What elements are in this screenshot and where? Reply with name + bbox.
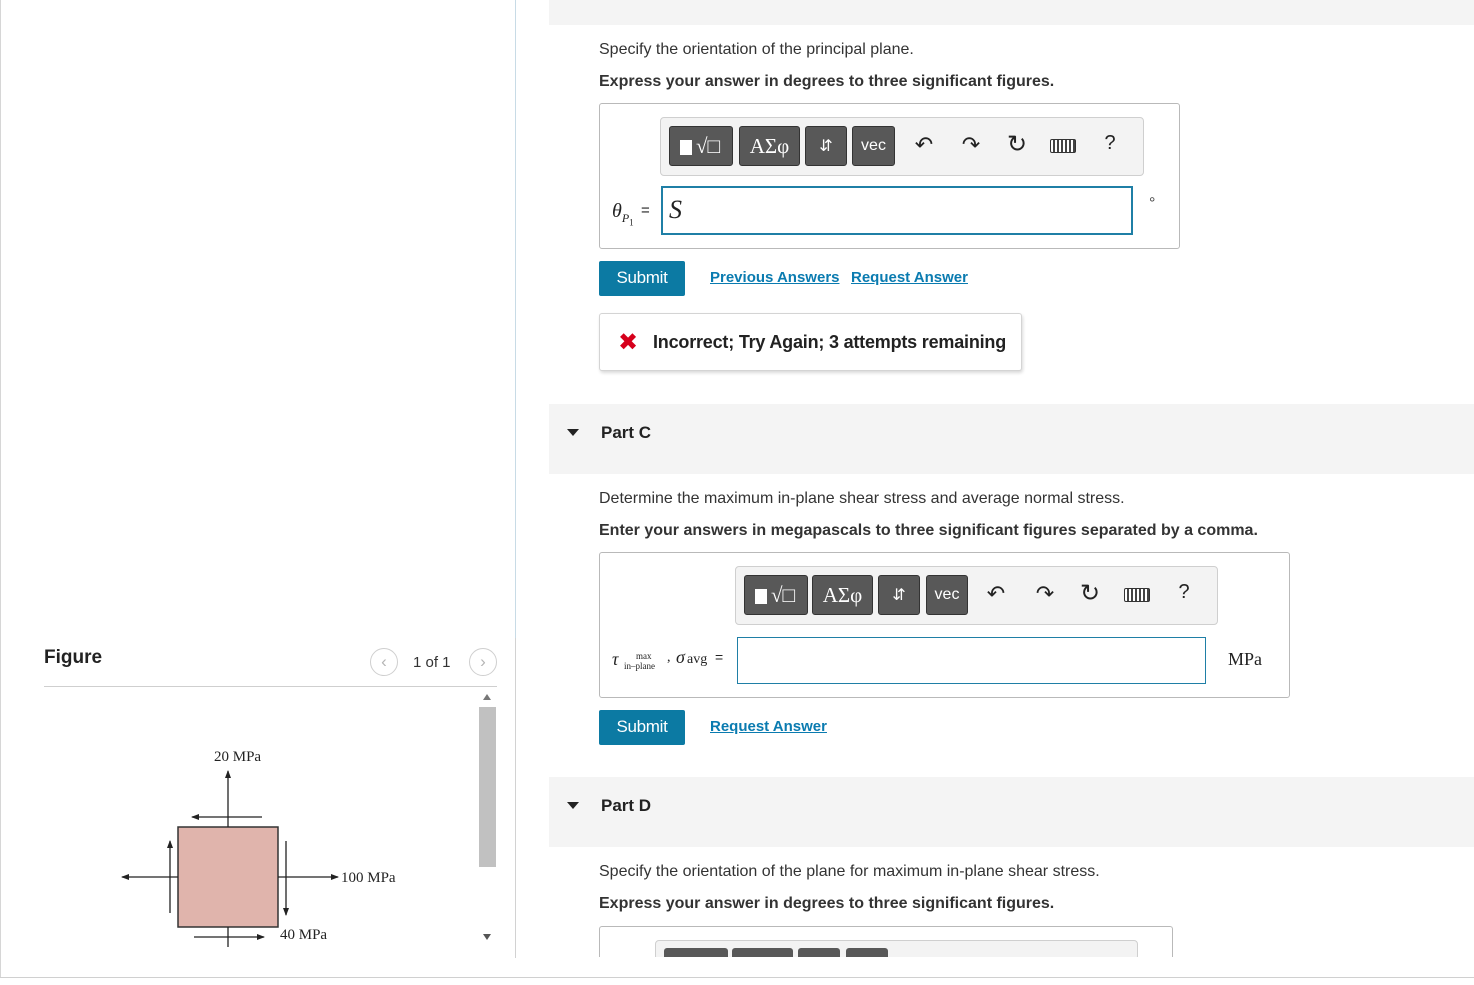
templates-button[interactable]: √□ (744, 575, 808, 615)
collapse-caret-icon[interactable] (567, 802, 579, 809)
sqrt-icon: √□ (771, 583, 796, 607)
collapse-caret-icon[interactable] (567, 429, 579, 436)
incorrect-x-icon: ✖ (618, 329, 639, 356)
tau-symbol: τ (612, 649, 619, 669)
help-icon[interactable]: ? (1098, 132, 1122, 155)
part-d-title[interactable]: Part D (601, 796, 651, 816)
sub-superscript-button[interactable]: ⇵ (805, 126, 847, 166)
panel-divider-lower (515, 638, 516, 958)
feedback-box: ✖ Incorrect; Try Again; 3 attempts remai… (599, 313, 1022, 371)
tau-sigma-label: τ max in–plane , σ avg = (612, 647, 736, 677)
redo-icon[interactable]: ↷ (959, 132, 983, 158)
tau-max-label: max (636, 651, 652, 661)
part-d-prompt: Specify the orientation of the plane for… (599, 863, 1100, 880)
figure-header-divider (44, 686, 497, 687)
part-d-math-toolbar (655, 940, 1138, 957)
part-c-instruction: Enter your answers in megapascals to thr… (599, 522, 1258, 539)
undo-icon[interactable]: ↶ (984, 581, 1008, 607)
templates-button[interactable] (664, 948, 728, 957)
part-b-prompt: Specify the orientation of the principal… (599, 41, 914, 58)
comma-separator: , (667, 650, 671, 665)
degree-unit: ° (1149, 195, 1156, 212)
sub-superscript-button[interactable]: ⇵ (878, 575, 920, 615)
left-border (0, 0, 1, 978)
equals-sign: = (715, 649, 724, 665)
theta-p1-input-value: S (669, 195, 682, 224)
theta-symbol: θ (612, 200, 622, 222)
greek-symbols-button[interactable]: ΑΣφ (812, 575, 873, 615)
part-b-math-toolbar: √□ ΑΣφ ⇵ vec ↶ ↷ ↻ ? (660, 117, 1144, 176)
bottom-border (0, 977, 1474, 978)
part-c-request-answer-link[interactable]: Request Answer (710, 718, 827, 735)
figure-title: Figure (44, 647, 103, 668)
template-block-icon (680, 140, 692, 155)
chevron-left-icon: ‹ (381, 652, 387, 671)
part-c-answer-box: √□ ΑΣφ ⇵ vec ↶ ↷ ↻ ? τ max in–plane , σ … (599, 552, 1290, 698)
part-b-request-answer-link[interactable]: Request Answer (851, 269, 968, 286)
template-block-icon (755, 589, 767, 604)
reset-icon[interactable]: ↻ (1078, 579, 1102, 608)
tau-inplane-label: in–plane (624, 661, 655, 671)
figure-prev-button[interactable]: ‹ (370, 648, 398, 676)
part-b-answer-box: √□ ΑΣφ ⇵ vec ↶ ↷ ↻ ? θP1 = S ° (599, 103, 1180, 249)
theta-subsubscript: 1 (629, 217, 634, 228)
figure-counter: 1 of 1 (413, 654, 451, 671)
equals-sign: = (641, 202, 650, 219)
part-b-header-bar (549, 0, 1474, 25)
label-right-stress: 100 MPa (341, 870, 396, 886)
theta-p1-label: θP1 (612, 200, 634, 227)
part-d-instruction: Express your answer in degrees to three … (599, 895, 1055, 912)
stress-element-square (177, 826, 279, 928)
part-c-prompt: Determine the maximum in-plane shear str… (599, 490, 1125, 507)
vector-button[interactable] (846, 948, 888, 957)
keyboard-icon[interactable] (1124, 588, 1150, 602)
part-d-answer-box (599, 926, 1173, 957)
part-c-math-toolbar: √□ ΑΣφ ⇵ vec ↶ ↷ ↻ ? (735, 566, 1218, 625)
sigma-avg-label: avg (687, 652, 708, 667)
part-d-header-bar[interactable]: Part D (549, 777, 1474, 847)
greek-symbols-button[interactable]: ΑΣφ (739, 126, 800, 166)
reset-icon[interactable]: ↻ (1005, 130, 1029, 159)
part-c-answer-input[interactable] (737, 637, 1206, 684)
scroll-down-arrow-icon[interactable] (483, 934, 491, 940)
figure-scrollbar-thumb[interactable] (479, 707, 496, 867)
redo-icon[interactable]: ↷ (1033, 581, 1057, 607)
figure-next-button[interactable]: › (469, 648, 497, 676)
part-c-submit-button[interactable]: Submit (599, 710, 685, 745)
label-top-stress: 20 MPa (214, 749, 261, 765)
part-c-title[interactable]: Part C (601, 423, 651, 443)
feedback-text: Incorrect; Try Again; 3 attempts remaini… (653, 332, 1007, 352)
sqrt-icon: √□ (696, 134, 721, 158)
vector-button[interactable]: vec (926, 575, 968, 615)
mpa-unit: MPa (1228, 649, 1263, 669)
sub-superscript-button[interactable] (798, 948, 840, 957)
part-b-instruction: Express your answer in degrees to three … (599, 73, 1055, 90)
scroll-up-arrow-icon[interactable] (483, 694, 491, 700)
label-bottom-stress: 40 MPa (280, 927, 327, 943)
previous-answers-link[interactable]: Previous Answers (710, 269, 840, 286)
undo-icon[interactable]: ↶ (912, 132, 936, 158)
theta-p1-input[interactable]: S (661, 186, 1133, 235)
keyboard-icon[interactable] (1050, 139, 1076, 153)
chevron-right-icon: › (480, 652, 486, 671)
stress-element-figure: 20 MPa 100 MPa 40 MPa (121, 749, 396, 947)
panel-divider (515, 0, 516, 638)
part-b-submit-button[interactable]: Submit (599, 261, 685, 296)
vector-button[interactable]: vec (852, 126, 895, 166)
greek-symbols-button[interactable] (732, 948, 793, 957)
templates-button[interactable]: √□ (669, 126, 733, 166)
sigma-symbol: σ (676, 647, 685, 667)
help-icon[interactable]: ? (1172, 581, 1196, 604)
part-c-header-bar[interactable]: Part C (549, 404, 1474, 474)
